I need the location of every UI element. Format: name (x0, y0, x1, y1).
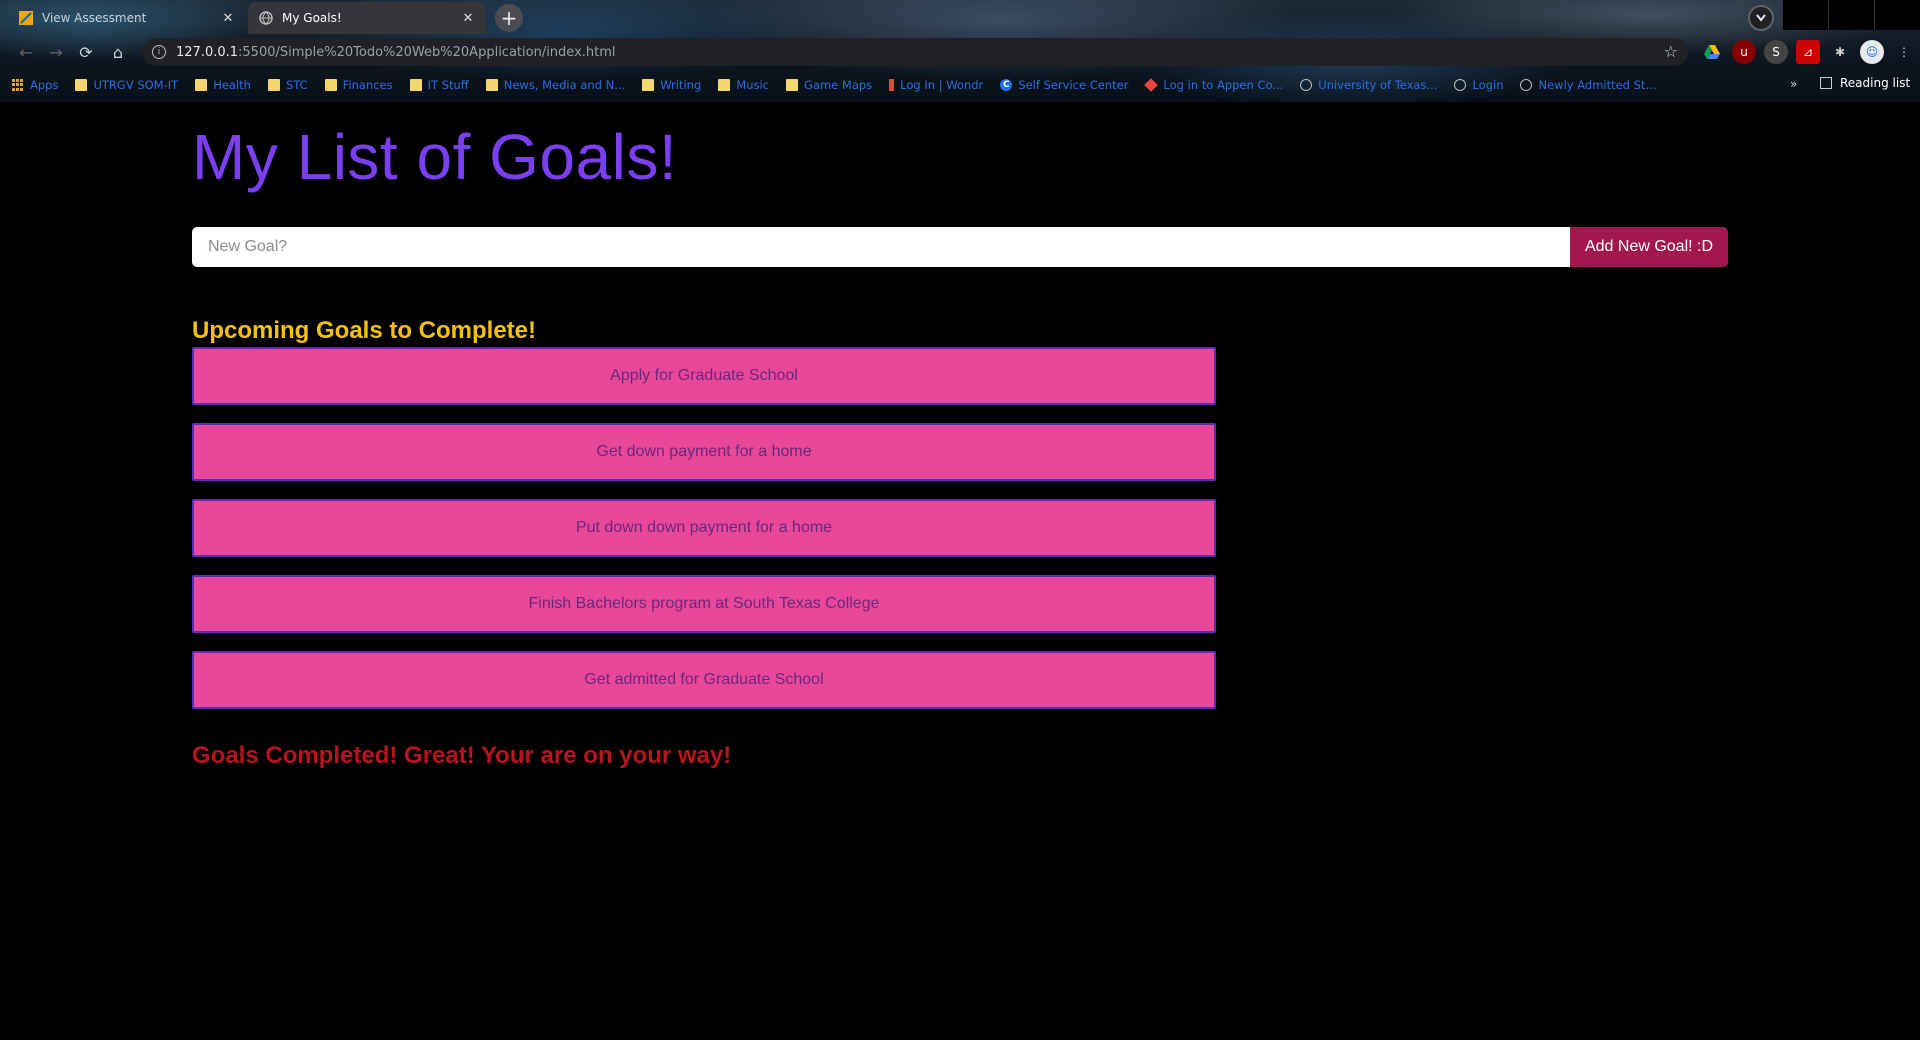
folder-icon (409, 79, 422, 91)
new-tab-button[interactable]: + (495, 4, 523, 32)
browser-toolbar: ← → ⟳ ⌂ i 127.0.0.1:5500/Simple%20Todo%2… (0, 36, 1920, 68)
goal-item[interactable]: Get down payment for a home (192, 423, 1216, 481)
reading-list-button[interactable]: Reading list (1820, 76, 1910, 90)
google-drive-icon[interactable] (1700, 40, 1724, 64)
goal-item[interactable]: Apply for Graduate School (192, 347, 1216, 405)
bookmark-folder[interactable]: Game Maps (786, 78, 872, 92)
completed-goals-heading: Goals Completed! Great! Your are on your… (192, 742, 732, 769)
bookmark-folder[interactable]: IT Stuff (409, 78, 469, 92)
bookmark-folder[interactable]: News, Media and N... (485, 78, 625, 92)
home-icon[interactable]: ⌂ (106, 40, 130, 64)
folder-icon (786, 79, 798, 91)
minimize-button[interactable] (1782, 0, 1828, 30)
tab-view-assessment[interactable]: View Assessment ✕ (8, 2, 246, 34)
tab-strip: View Assessment ✕ My Goals! ✕ + (0, 0, 1920, 34)
forward-arrow-icon[interactable]: → (44, 40, 68, 64)
upcoming-goals-heading: Upcoming Goals to Complete! (192, 317, 537, 344)
folder-icon (195, 79, 208, 91)
bookmark-folder[interactable]: Health (195, 78, 251, 92)
bookmark-folder[interactable]: Music (718, 78, 769, 92)
apps-grid-icon (12, 79, 24, 91)
bookmark-star-icon[interactable]: ☆ (1664, 42, 1678, 61)
bookmark-link[interactable]: University of Texas... (1300, 78, 1437, 92)
s-extension-icon[interactable]: S (1764, 40, 1788, 64)
bookmark-folder[interactable]: STC (267, 78, 308, 92)
goal-item[interactable]: Finish Bachelors program at South Texas … (192, 575, 1216, 633)
bookmark-folder[interactable]: Writing (642, 78, 701, 92)
bookmark-link[interactable]: Newly Admitted St... (1520, 78, 1656, 92)
site-info-icon[interactable]: i (152, 45, 166, 59)
new-goal-input[interactable] (192, 227, 1570, 267)
add-new-goal-button[interactable]: Add New Goal! :D (1570, 227, 1728, 267)
close-tab-icon[interactable]: ✕ (220, 11, 236, 26)
tab-my-goals[interactable]: My Goals! ✕ (248, 2, 486, 34)
globe-icon (1300, 79, 1313, 91)
extensions-area: u S ⊿ ✱ ☺ ⋮ (1700, 40, 1916, 64)
folder-icon (718, 79, 731, 91)
page-title: My List of Goals! (192, 121, 678, 193)
folder-icon (485, 79, 498, 91)
address-bar[interactable]: i 127.0.0.1:5500/Simple%20Todo%20Web%20A… (142, 38, 1688, 66)
bookmarks-bar: Apps UTRGV SOM-IT Health STC Finances IT… (0, 72, 1920, 98)
bookmark-link[interactable]: Login (1454, 78, 1503, 92)
bookmark-folder[interactable]: Finances (324, 78, 393, 92)
assessment-favicon-icon (18, 10, 34, 26)
bookmark-link[interactable]: Log In | Wondr (889, 78, 983, 92)
reading-list-icon (1820, 77, 1832, 89)
url-text: 127.0.0.1:5500/Simple%20Todo%20Web%20App… (176, 45, 616, 60)
tab-search-icon[interactable] (1748, 5, 1774, 31)
folder-icon (324, 79, 337, 91)
bookmarks-overflow-chevron-icon[interactable]: » (1790, 77, 1797, 91)
globe-icon (1520, 79, 1533, 91)
pdf-extension-icon[interactable]: ⊿ (1796, 40, 1820, 64)
globe-icon (1454, 79, 1467, 91)
bookmark-link[interactable]: C Self Service Center (1000, 78, 1128, 92)
wondr-icon (889, 79, 895, 91)
bookmark-apps[interactable]: Apps (12, 78, 58, 92)
goal-item[interactable]: Get admitted for Graduate School (192, 651, 1216, 709)
bookmark-link[interactable]: Log in to Appen Co... (1144, 78, 1283, 92)
folder-icon (75, 79, 88, 91)
globe-favicon-icon (258, 10, 274, 26)
tab-title: My Goals! (282, 11, 342, 25)
puzzle-extensions-icon[interactable]: ✱ (1828, 40, 1852, 64)
reading-list-label: Reading list (1840, 76, 1911, 90)
url-host: 127.0.0.1 (176, 44, 239, 60)
window-controls (1782, 0, 1920, 30)
bookmark-folder[interactable]: UTRGV SOM-IT (75, 78, 178, 92)
new-goal-form: Add New Goal! :D (192, 227, 1728, 267)
c-circle-icon: C (1000, 79, 1013, 91)
upcoming-goals-list: Apply for Graduate School Get down payme… (192, 347, 1216, 727)
folder-icon (267, 79, 280, 91)
tab-title: View Assessment (42, 11, 147, 25)
close-window-button[interactable] (1874, 0, 1920, 30)
goal-item[interactable]: Put down down payment for a home (192, 499, 1216, 557)
url-path: :5500/Simple%20Todo%20Web%20Application/… (238, 44, 616, 60)
ublock-icon[interactable]: u (1732, 40, 1756, 64)
close-tab-icon[interactable]: ✕ (460, 11, 476, 26)
back-arrow-icon[interactable]: ← (14, 40, 38, 64)
browser-chrome: View Assessment ✕ My Goals! ✕ + ← → ⟳ ⌂ … (0, 0, 1920, 102)
appen-diamond-icon (1144, 78, 1159, 92)
profile-avatar-icon[interactable]: ☺ (1860, 40, 1884, 64)
page-content: My List of Goals! Add New Goal! :D Upcom… (0, 102, 1920, 1040)
menu-dots-icon[interactable]: ⋮ (1892, 40, 1916, 64)
folder-icon (642, 79, 655, 91)
reload-icon[interactable]: ⟳ (74, 40, 98, 64)
maximize-button[interactable] (1828, 0, 1874, 30)
